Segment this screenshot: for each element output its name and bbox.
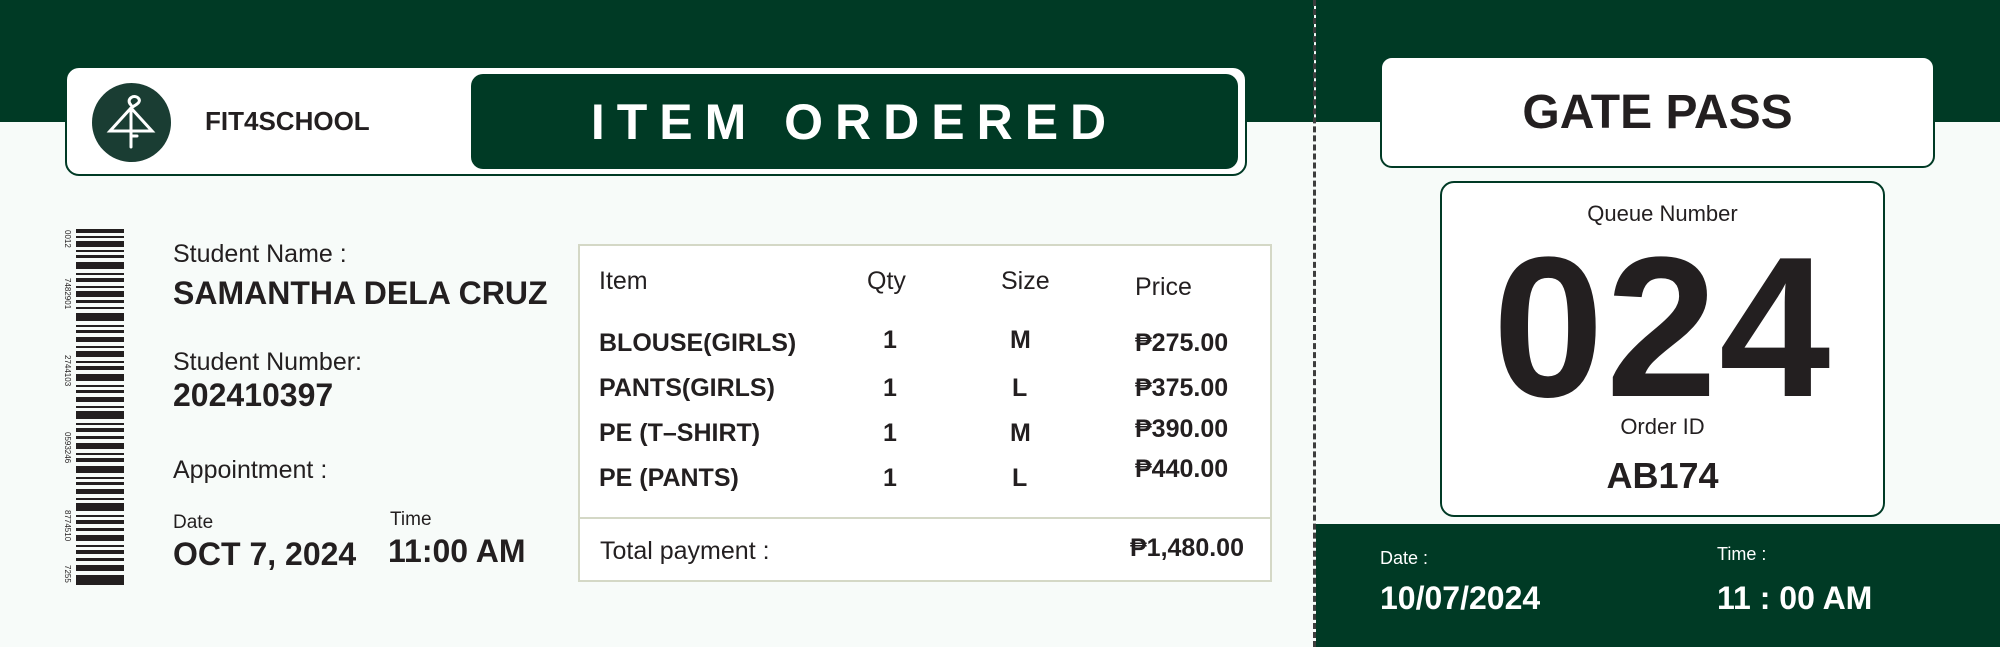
gate-pass-header: GATE PASS xyxy=(1380,56,1935,168)
hanger-icon xyxy=(106,95,156,149)
row-price: ₱275.00 xyxy=(1135,329,1229,357)
appointment-time: 11:00 AM xyxy=(388,533,526,569)
gate-date-label: Date : xyxy=(1380,548,1429,568)
row-item: PE (T–SHIRT) xyxy=(599,419,761,447)
row-size: L xyxy=(1012,374,1028,402)
gate-time: 11 : 00 AM xyxy=(1717,580,1873,616)
barcode-number: 2744103 xyxy=(63,355,72,387)
student-name-label: Student Name : xyxy=(173,240,347,268)
barcode-number: 7482901 xyxy=(63,278,72,310)
row-qty: 1 xyxy=(883,419,897,447)
barcode xyxy=(76,229,124,585)
gate-time-label: Time : xyxy=(1717,544,1767,564)
barcode-number: 8774510 xyxy=(63,510,72,542)
student-number: 202410397 xyxy=(173,377,334,413)
brand-logo xyxy=(92,83,171,162)
student-name: SAMANTHA DELA CRUZ xyxy=(173,275,548,311)
header-size: Size xyxy=(1001,267,1050,295)
student-number-label: Student Number: xyxy=(173,348,362,376)
order-id: AB174 xyxy=(1606,455,1719,496)
barcode-bars xyxy=(76,229,124,585)
row-item: PE (PANTS) xyxy=(599,464,739,492)
row-price: ₱440.00 xyxy=(1135,455,1229,483)
appointment-date-label: Date xyxy=(173,512,214,533)
gate-pass-title: GATE PASS xyxy=(1522,85,1793,139)
gate-date: 10/07/2024 xyxy=(1380,580,1541,616)
header-qty: Qty xyxy=(867,267,906,295)
appointment-time-label: Time xyxy=(390,509,432,530)
table-divider xyxy=(580,517,1270,519)
header-price: Price xyxy=(1135,273,1192,301)
row-size: M xyxy=(1010,419,1031,447)
row-size: L xyxy=(1012,464,1028,492)
appointment-date: OCT 7, 2024 xyxy=(173,536,357,572)
row-qty: 1 xyxy=(883,464,897,492)
appointment-label: Appointment : xyxy=(173,456,328,484)
row-qty: 1 xyxy=(883,326,897,354)
barcode-number: 7255 xyxy=(63,565,72,583)
page-title: ITEM ORDERED xyxy=(590,93,1119,150)
row-qty: 1 xyxy=(883,374,897,402)
barcode-number: 0593246 xyxy=(63,432,72,464)
header-item: Item xyxy=(599,267,648,295)
brand-name: FIT4SCHOOL xyxy=(205,106,370,136)
row-price: ₱375.00 xyxy=(1135,374,1229,402)
total-label: Total payment : xyxy=(600,537,770,565)
barcode-number: 0012 xyxy=(63,230,72,248)
tear-line xyxy=(1313,0,1316,647)
row-price: ₱390.00 xyxy=(1135,415,1229,443)
queue-number: 024 xyxy=(1492,216,1833,439)
row-item: PANTS(GIRLS) xyxy=(599,374,775,402)
title-banner: ITEM ORDERED xyxy=(471,74,1238,169)
row-size: M xyxy=(1010,326,1031,354)
order-id-label: Order ID xyxy=(1620,414,1705,439)
total-amount: ₱1,480.00 xyxy=(1130,534,1244,562)
row-item: BLOUSE(GIRLS) xyxy=(599,329,797,357)
